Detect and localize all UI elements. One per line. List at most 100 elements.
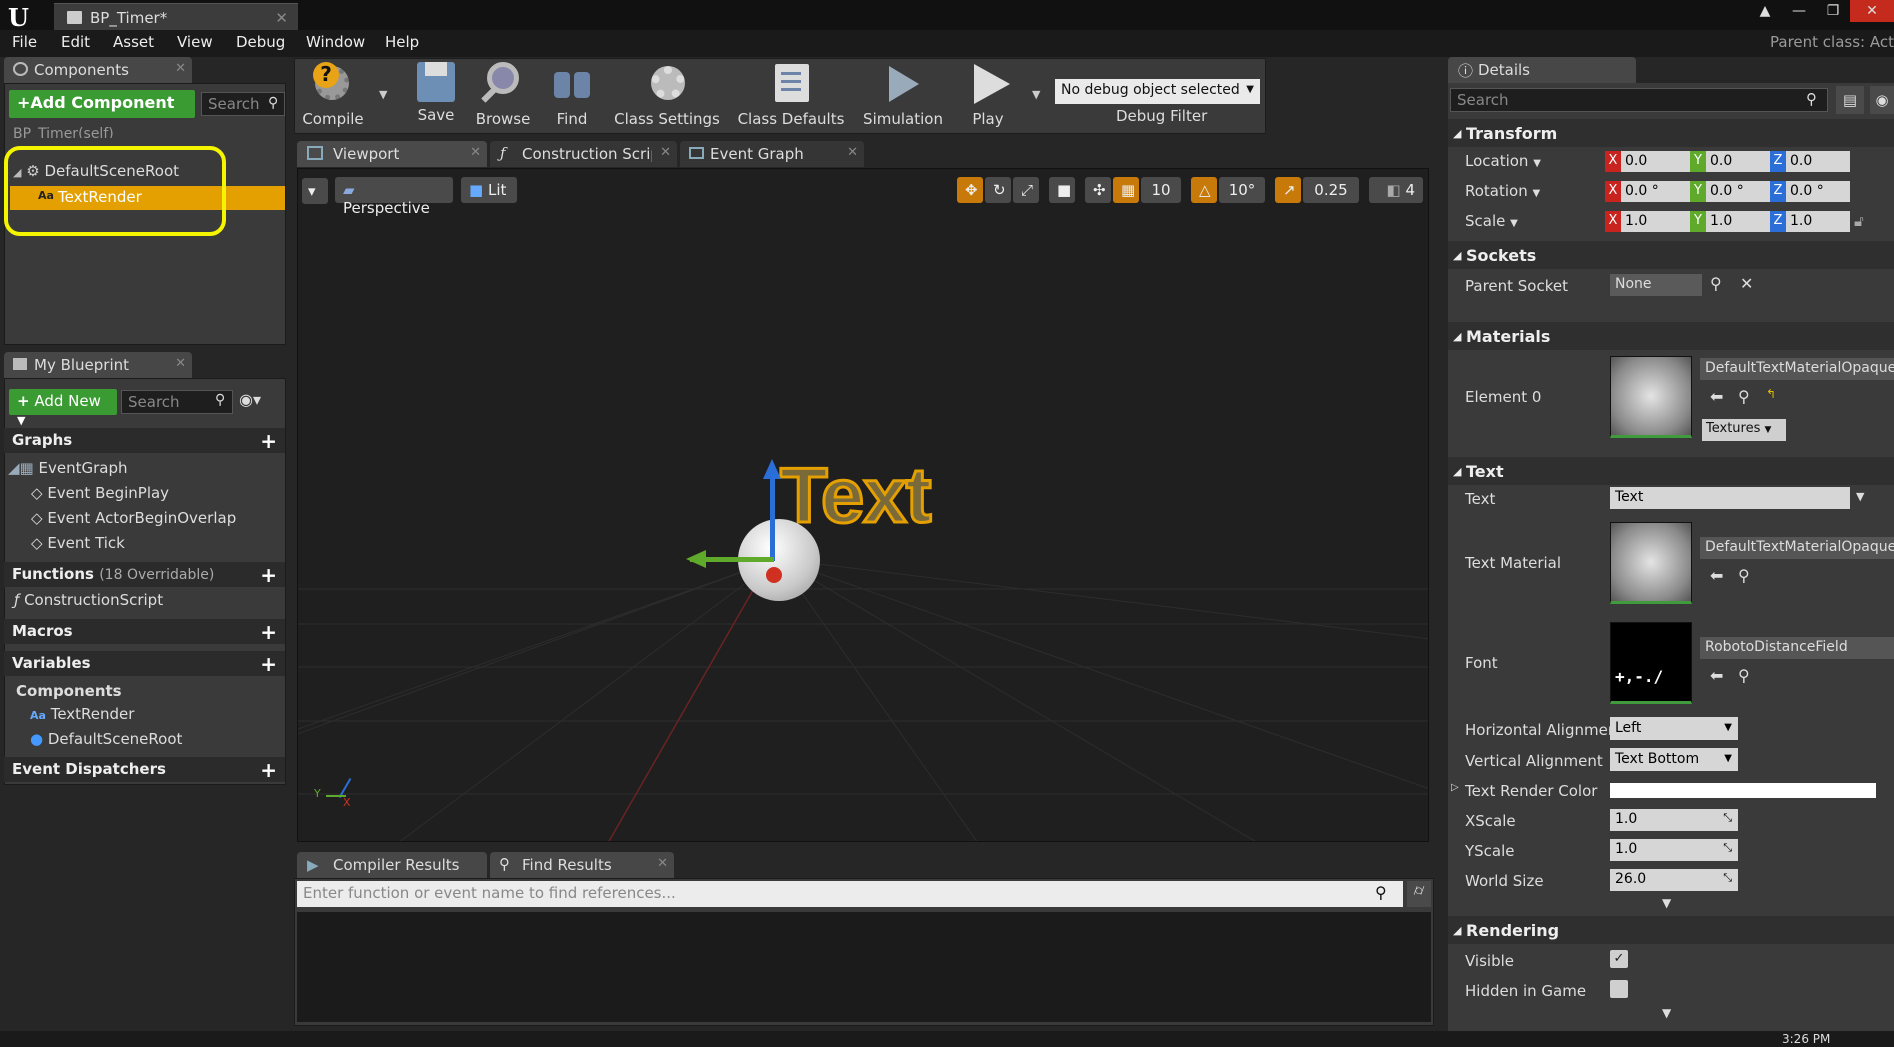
scale-tool-icon[interactable]: ⤢ [1013,177,1039,203]
browse-asset-icon[interactable]: ⚲ [1738,566,1750,585]
event-item[interactable]: ◇ Event BeginPlay [31,484,169,502]
close-find-results-icon[interactable]: ✕ [657,856,668,871]
scale-label[interactable]: Scale ▼ [1465,212,1518,230]
textures-dropdown[interactable]: Textures ▼ [1702,419,1786,441]
tab-find-results[interactable]: ⚲ Find Results ✕ [490,852,674,878]
close-event-graph-tab-icon[interactable]: ✕ [847,145,858,160]
material-thumbnail[interactable] [1610,356,1692,438]
simulation-button[interactable]: Simulation [860,62,946,128]
browse-asset-icon[interactable]: ⚲ [1738,666,1750,685]
lit-button[interactable]: ■ Lit [461,177,517,203]
camera-speed-button[interactable]: ◧ 4 [1369,177,1423,203]
class-defaults-button[interactable]: Class Defaults [736,62,846,128]
browse-asset-icon[interactable]: ⚲ [1738,387,1750,406]
restore-button[interactable]: ❐ [1816,0,1850,22]
details-search-input[interactable]: Search [1450,88,1828,112]
add-graph-icon[interactable]: + [260,429,277,453]
scale-x-field[interactable]: 1.0 [1621,211,1691,232]
minimize-button[interactable]: — [1782,0,1816,22]
socket-search-icon[interactable]: ⚲ [1710,274,1722,293]
add-macro-icon[interactable]: + [260,620,277,644]
yscale-input[interactable]: 1.0 ⤡ [1610,839,1738,861]
add-dispatcher-icon[interactable]: + [260,758,277,782]
macros-section[interactable]: Macros + [4,619,285,644]
graphs-section[interactable]: Graphs + [4,428,285,453]
visibility-eye-icon[interactable]: ◉▾ [239,390,261,409]
visible-checkbox[interactable]: ✓ [1610,950,1628,968]
find-in-all-blueprints-icon[interactable]: ⌭ [1407,881,1431,907]
text-material-thumbnail[interactable] [1610,522,1692,604]
add-new-button[interactable]: + Add New ▼ [9,389,117,427]
event-dispatchers-section[interactable]: Event Dispatchers + [4,757,285,782]
rendering-section[interactable]: ◢ Rendering [1448,916,1894,944]
scale-y-field[interactable]: 1.0 [1706,211,1776,232]
event-item[interactable]: ◇ Event Tick [31,534,125,552]
text-render-color-label[interactable]: ▷ Text Render Color [1451,782,1597,800]
add-variable-icon[interactable]: + [260,652,277,676]
use-selected-arrow-icon[interactable]: ⬅ [1710,566,1723,585]
compile-options-arrow-icon[interactable]: ▼ [379,88,387,101]
debug-object-select[interactable]: No debug object selected ▼ [1055,79,1260,104]
tab-viewport[interactable]: Viewport ✕ [297,141,487,167]
materials-section[interactable]: ◢ Materials [1448,322,1894,350]
tab-construction-script[interactable]: ƒ Construction Scrip ✕ [490,141,677,167]
variable-item-textrender[interactable]: Aa TextRender [30,705,134,723]
add-function-icon[interactable]: + [260,563,277,587]
location-label[interactable]: Location ▼ [1465,152,1541,170]
class-settings-button[interactable]: Class Settings [612,62,722,128]
clear-socket-icon[interactable]: ✕ [1740,274,1753,293]
sockets-section[interactable]: ◢ Sockets [1448,241,1894,269]
font-select[interactable]: RobotoDistanceField [1700,637,1894,659]
grid-snap-value[interactable]: 10 [1141,177,1181,203]
event-item[interactable]: ◇ Event ActorBeginOverlap [31,509,236,527]
visibility-eye-icon[interactable]: ◉ [1870,86,1894,114]
location-z-field[interactable]: 0.0 [1786,151,1850,172]
find-button[interactable]: Find [544,62,600,128]
grid-snap-icon[interactable]: ▦ [1113,177,1139,203]
play-options-arrow-icon[interactable]: ▼ [1032,88,1040,101]
menu-view[interactable]: View [177,33,213,51]
rotation-snap-value[interactable]: 10° [1219,177,1265,203]
viewport-options-button[interactable]: ▾ [302,178,328,204]
use-selected-arrow-icon[interactable]: ⬅ [1710,387,1723,406]
functions-section[interactable]: Functions (18 Overridable) + [4,562,285,587]
text-value-input[interactable]: Text [1610,487,1850,509]
hidden-in-game-checkbox[interactable] [1610,980,1628,998]
add-component-button[interactable]: +Add Component [9,90,195,118]
save-button[interactable]: Save [408,62,464,124]
close-viewport-tab-icon[interactable]: ✕ [470,145,481,160]
show-advanced-icon[interactable]: ▼ [1662,896,1671,910]
transform-section[interactable]: ◢ Transform [1448,119,1894,147]
document-tab[interactable]: BP_Timer* ✕ [54,3,298,30]
play-button[interactable]: Play [956,62,1020,128]
location-x-field[interactable]: 0.0 [1621,151,1691,172]
tab-event-graph[interactable]: Event Graph ✕ [680,141,864,167]
components-category[interactable]: Components [16,682,122,700]
variable-item-defaultsceneroot[interactable]: ● DefaultSceneRoot [30,730,182,748]
lock-icon[interactable]: 🔓︎ [1854,212,1864,230]
text-render-color-swatch[interactable] [1610,783,1876,798]
xscale-input[interactable]: 1.0 ⤡ [1610,809,1738,831]
viewport[interactable]: ▾ ▰ Perspective ■ Lit ✥ ↻ ⤢ ■ ✣ ▦ 10 △ 1… [297,168,1429,842]
details-tab[interactable]: ⓘ Details [1448,57,1636,83]
h-alignment-select[interactable]: Left ▼ [1610,717,1738,740]
rotation-x-field[interactable]: 0.0 ° [1621,181,1691,202]
my-blueprint-tab[interactable]: My Blueprint ✕ [4,352,192,378]
construction-script-item[interactable]: ƒ ConstructionScript [14,591,163,609]
menu-edit[interactable]: Edit [61,33,90,51]
perspective-button[interactable]: ▰ Perspective [335,177,453,217]
gizmo-x-handle[interactable] [766,567,782,583]
rotation-snap-icon[interactable]: △ [1191,177,1217,203]
browse-button[interactable]: Browse [472,62,534,128]
find-references-input[interactable]: Enter function or event name to find ref… [297,881,1403,907]
close-my-blueprint-icon[interactable]: ✕ [175,356,186,371]
v-alignment-select[interactable]: Text Bottom ▼ [1610,748,1738,771]
property-matrix-icon[interactable]: ▤ [1836,86,1864,114]
translate-tool-icon[interactable]: ✥ [957,177,983,203]
scale-z-field[interactable]: 1.0 [1786,211,1850,232]
surface-snap-icon[interactable]: ✣ [1085,177,1111,203]
text-section[interactable]: ◢ Text [1448,457,1894,485]
rotate-tool-icon[interactable]: ↻ [985,177,1011,203]
gizmo-z-axis[interactable] [770,469,775,561]
rotation-label[interactable]: Rotation ▼ [1465,182,1540,200]
